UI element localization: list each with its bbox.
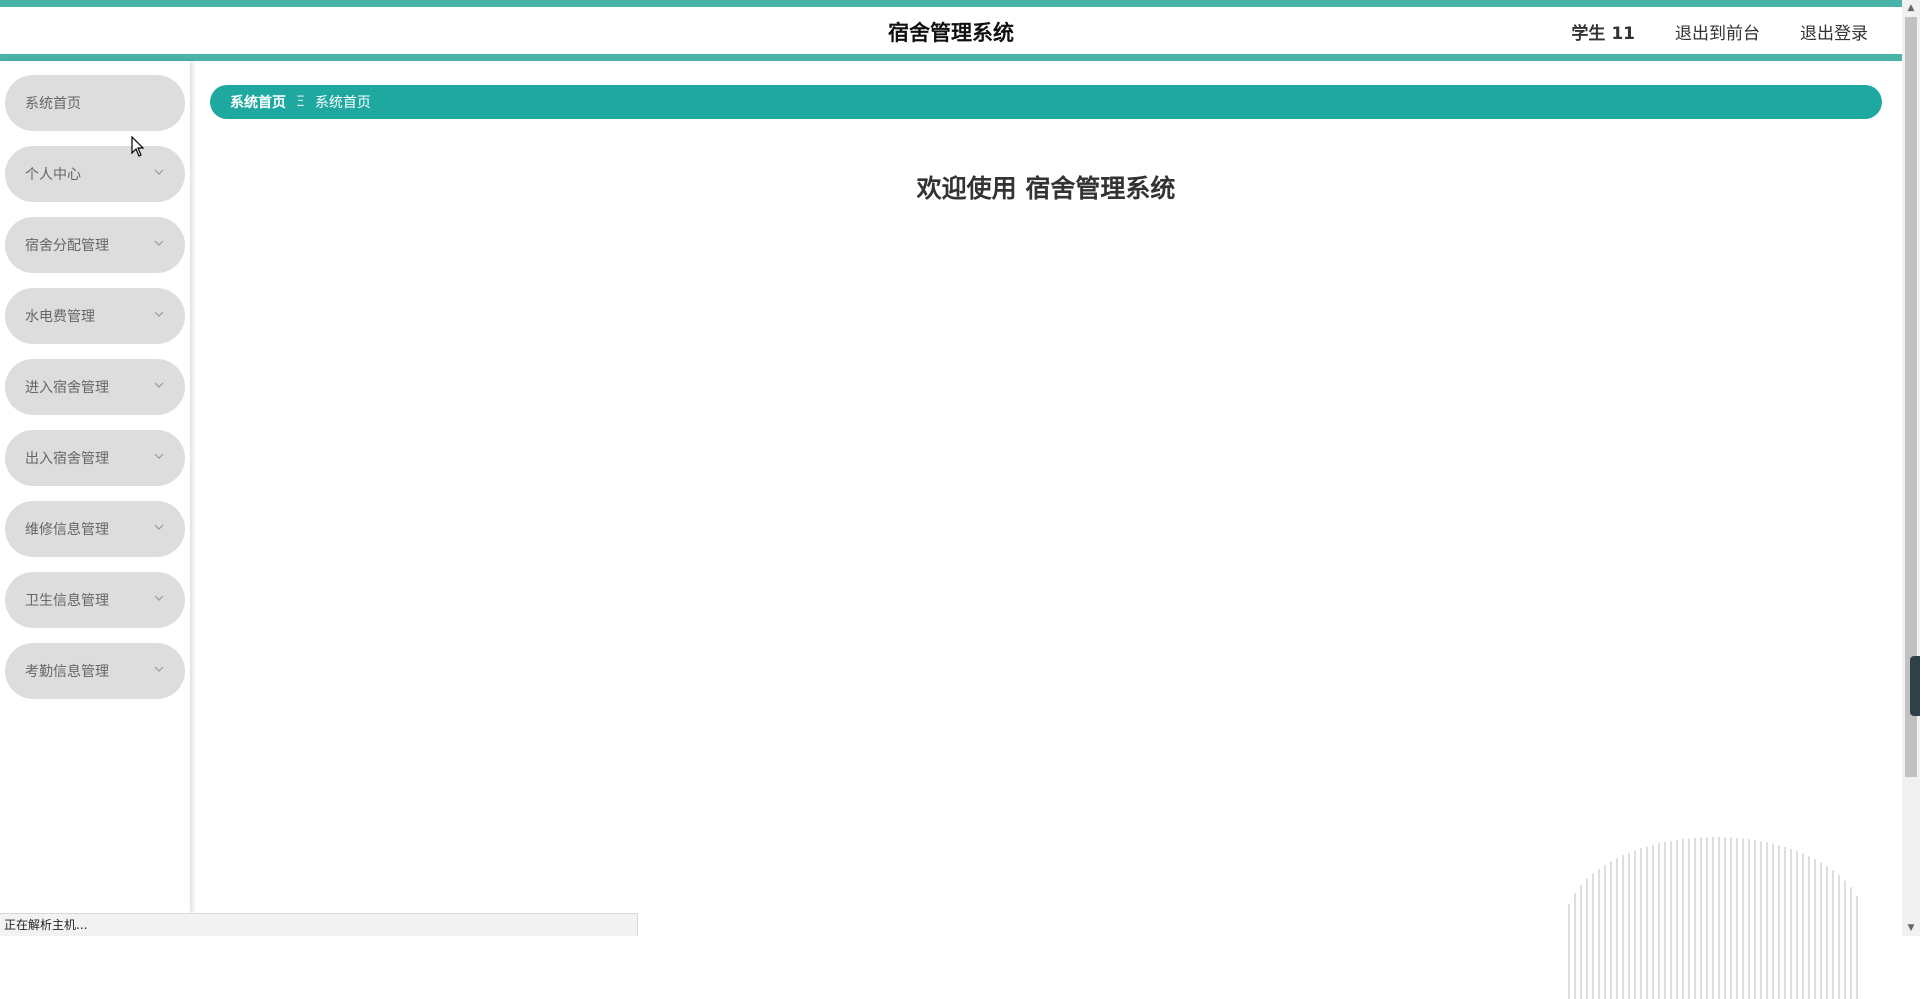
sidebar-item-label: 卫生信息管理 xyxy=(25,593,109,609)
scroll-down-icon[interactable]: ▼ xyxy=(1902,920,1920,936)
back-to-front-link[interactable]: 退出到前台 xyxy=(1675,19,1760,44)
mouse-cursor-icon xyxy=(131,136,145,157)
breadcrumb-current: 系统首页 xyxy=(314,95,371,111)
breadcrumb-separator-icon: Ξ xyxy=(296,94,305,110)
sidebar-item-label: 进入宿舍管理 xyxy=(25,380,109,396)
decorative-stripes-graphic xyxy=(1568,837,1858,999)
breadcrumb-home-link[interactable]: 系统首页 xyxy=(230,92,286,112)
current-user-label: 学生 11 xyxy=(1571,24,1635,44)
vertical-scrollbar[interactable]: ▲ ▼ xyxy=(1902,0,1920,936)
sidebar-item-dorm-entry[interactable]: 进入宿舍管理 xyxy=(5,359,185,415)
sidebar-item-label: 考勤信息管理 xyxy=(25,664,109,680)
chevron-down-icon xyxy=(154,524,164,530)
breadcrumb: 系统首页 Ξ 系统首页 xyxy=(210,85,1882,119)
sidebar-item-hygiene[interactable]: 卫生信息管理 xyxy=(5,572,185,628)
chevron-down-icon xyxy=(154,382,164,388)
sidebar-item-label: 系统首页 xyxy=(25,96,81,112)
browser-status-bar: 正在解析主机... xyxy=(0,913,638,936)
logout-link[interactable]: 退出登录 xyxy=(1800,19,1868,44)
header-actions: 学生 11 退出到前台 退出登录 xyxy=(1571,19,1868,44)
chevron-down-icon xyxy=(154,240,164,246)
main-content: 系统首页 Ξ 系统首页 欢迎使用 宿舍管理系统 xyxy=(190,61,1902,999)
chevron-down-icon xyxy=(154,666,164,672)
chevron-down-icon xyxy=(154,453,164,459)
sidebar-item-maintenance[interactable]: 维修信息管理 xyxy=(5,501,185,557)
chevron-down-icon xyxy=(154,595,164,601)
status-text: 正在解析主机... xyxy=(4,918,88,932)
scroll-up-icon[interactable]: ▲ xyxy=(1902,0,1920,16)
sidebar: 系统首页 个人中心 宿舍分配管理 水电费管理 进入宿舍管理 出入宿舍管理 维修信… xyxy=(0,61,190,913)
chevron-down-icon xyxy=(154,311,164,317)
sidebar-item-dorm-assignment[interactable]: 宿舍分配管理 xyxy=(5,217,185,273)
sidebar-item-label: 水电费管理 xyxy=(25,309,95,325)
sidebar-item-label: 维修信息管理 xyxy=(25,522,109,538)
sidebar-item-attendance[interactable]: 考勤信息管理 xyxy=(5,643,185,699)
sidebar-item-label: 宿舍分配管理 xyxy=(25,238,109,254)
sidebar-item-label: 出入宿舍管理 xyxy=(25,451,109,467)
welcome-heading: 欢迎使用 宿舍管理系统 xyxy=(916,174,1176,203)
top-header: 宿舍管理系统 学生 11 退出到前台 退出登录 xyxy=(0,0,1902,61)
sidebar-item-utility-fees[interactable]: 水电费管理 xyxy=(5,288,185,344)
side-widget-tab[interactable] xyxy=(1910,656,1920,716)
chevron-down-icon xyxy=(154,169,164,175)
sidebar-item-label: 个人中心 xyxy=(25,167,81,183)
sidebar-item-dorm-access[interactable]: 出入宿舍管理 xyxy=(5,430,185,486)
sidebar-item-home[interactable]: 系统首页 xyxy=(5,75,185,131)
sidebar-item-personal-center[interactable]: 个人中心 xyxy=(5,146,185,202)
